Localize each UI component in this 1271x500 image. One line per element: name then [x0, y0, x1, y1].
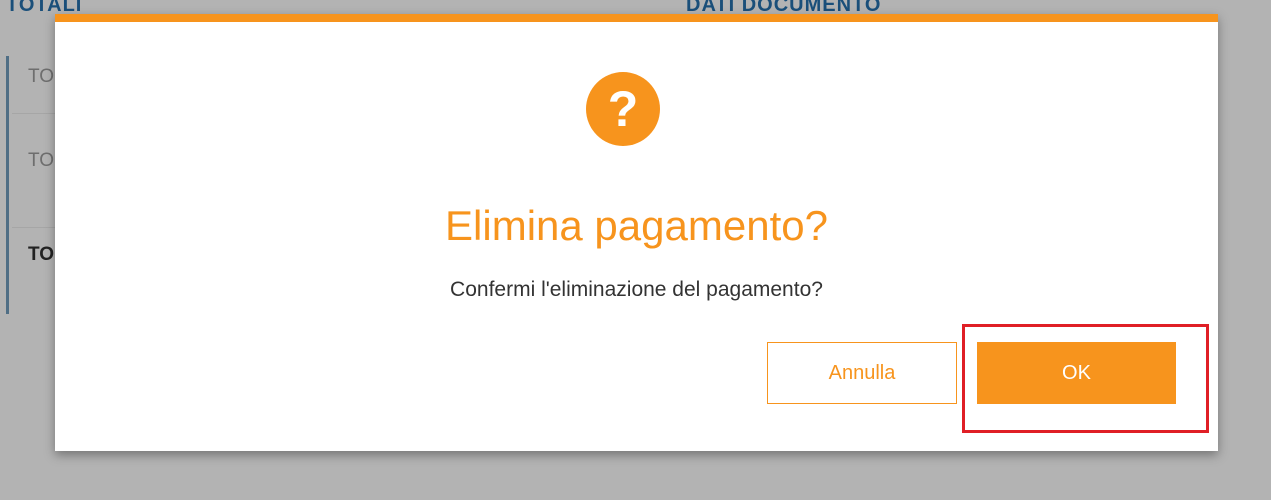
- totals-row: TO: [28, 150, 55, 171]
- ok-button[interactable]: OK: [977, 342, 1176, 404]
- totals-row: TO: [28, 66, 55, 87]
- dialog-message: Confermi l'eliminazione del pagamento?: [450, 278, 823, 301]
- question-icon: ?: [586, 72, 660, 146]
- dialog-title: Elimina pagamento?: [445, 202, 828, 249]
- cancel-button[interactable]: Annulla: [767, 342, 957, 404]
- totals-row: TO: [28, 244, 55, 265]
- confirm-dialog: ? Elimina pagamento? Confermi l'eliminaz…: [55, 14, 1218, 451]
